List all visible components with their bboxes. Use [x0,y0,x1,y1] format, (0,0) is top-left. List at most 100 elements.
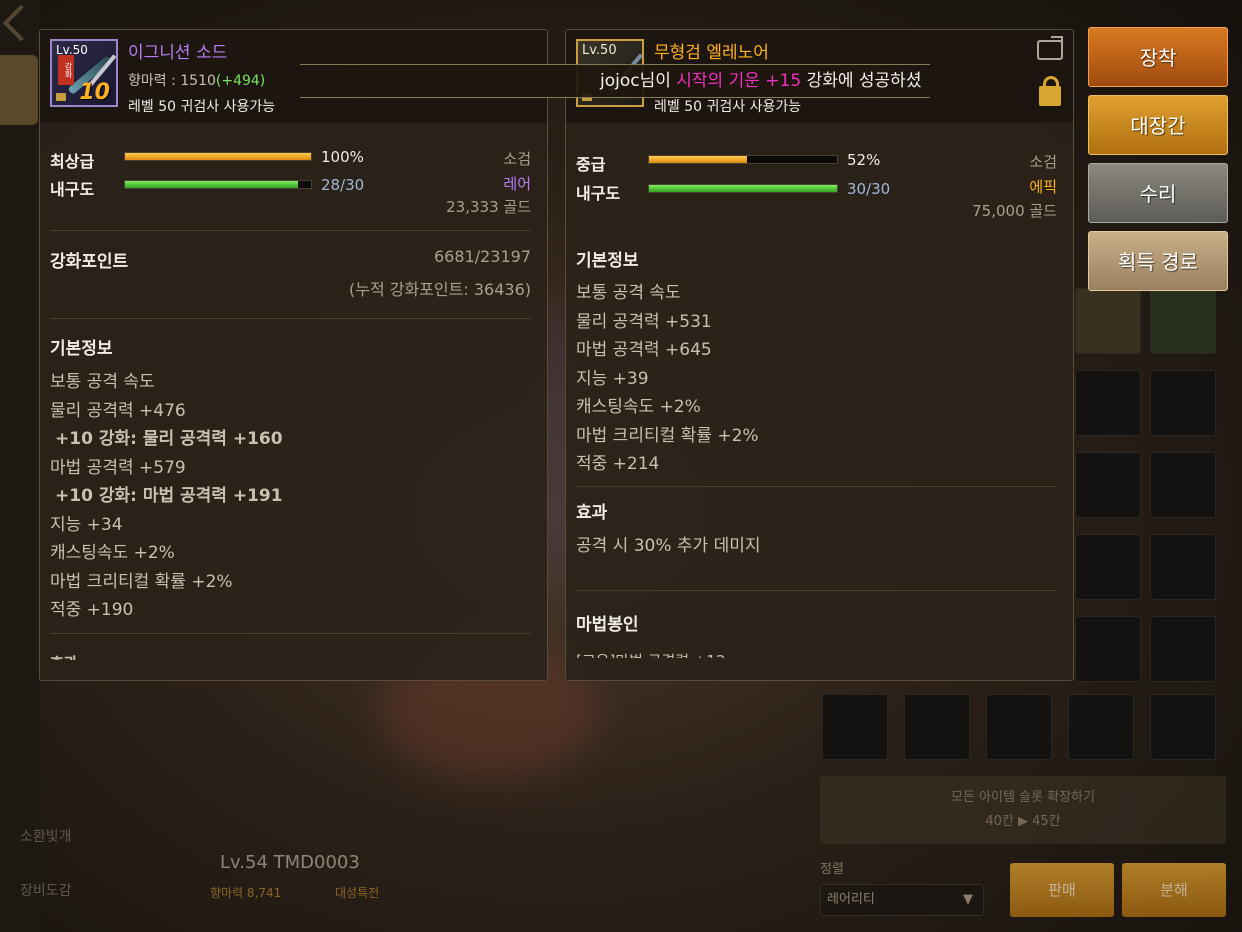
inventory-slot[interactable] [1075,616,1141,682]
equip-button[interactable]: 장착 [1088,27,1228,87]
grade-percent: 52% [847,151,881,169]
item-price: 23,333 골드 [446,198,531,216]
item-icon-level: Lv.50 [582,43,617,58]
grade-label: 중급 [576,155,606,174]
inventory-slot[interactable] [904,694,970,760]
stat-line-enhance: +10 강화: 물리 공격력 +160 [55,429,283,449]
menu-summon[interactable]: 소환빛개 [20,826,72,846]
stat-line: 캐스팅속도 +2% [576,397,701,417]
background-left-tab [0,55,38,125]
grade-percent: 100% [321,148,364,166]
divider [50,633,531,634]
expand-inventory-label: 모든 아이템 슬롯 확장하기 [951,790,1095,805]
durability-label: 내구도 [50,180,95,199]
item-icon-plus: 10 [79,80,110,105]
enhance-points-total: (누적 강화포인트: 36436) [349,280,531,299]
share-icon[interactable] [1037,40,1063,60]
effect-title: 효과 [576,503,608,523]
left-item-icon[interactable]: 강화 Lv.50 10 [50,39,118,107]
sell-button[interactable]: 판매 [1010,863,1114,917]
durability-bar [124,180,312,189]
blacksmith-button[interactable]: 대장간 [1088,95,1228,155]
background-left-strip [0,0,40,932]
durability-bar [648,184,838,193]
enhance-points-value: 6681/23197 [433,247,531,266]
announcement-item: 시작의 기운 +15 [676,71,802,91]
acquisition-path-button[interactable]: 획득 경로 [1088,231,1228,291]
seal-line-cut: [고유]마법 공격력 +12 [576,650,726,658]
durability-value: 28/30 [321,176,365,194]
stat-line: 적중 +214 [576,454,660,474]
inventory-slot[interactable] [1150,616,1216,682]
effect-text: 공격 시 30% 추가 데미지 [576,536,761,556]
character-power: 향마력 8,741 [210,886,282,900]
durability-bar-fill [649,185,837,192]
expand-inventory-button[interactable]: 모든 아이템 슬롯 확장하기 40칸 ▶ 45칸 [820,776,1226,844]
item-name: 무형검 엘레노어 [654,43,769,63]
stat-line: 캐스팅속도 +2% [50,543,175,563]
divider [576,486,1057,487]
lock-icon [56,93,66,101]
item-type: 소검 [503,150,531,168]
inventory-slot[interactable] [986,694,1052,760]
expand-inventory-range: 40칸 ▶ 45칸 [985,814,1061,829]
inventory-slot[interactable] [1150,534,1216,600]
item-requirement: 레벨 50 귀검사 사용가능 [654,99,802,115]
enhance-announcement: jojoc님이 시작의 기운 +15 강화에 성공하셨 [300,64,930,98]
inventory-slot[interactable] [1075,288,1141,354]
item-price: 75,000 골드 [972,202,1057,220]
inventory-slot[interactable] [1068,694,1134,760]
character-status: 대성특전 [335,886,380,900]
dismantle-button[interactable]: 분해 [1122,863,1226,917]
menu-codex[interactable]: 장비도감 [20,880,72,900]
stat-line: 보통 공격 속도 [50,372,155,392]
grade-label: 최상급 [50,152,95,171]
icon-tag: 강화 [58,55,74,85]
durability-value: 30/30 [847,180,891,198]
stat-line: 지능 +34 [50,515,123,535]
item-name: 이그니션 소드 [128,43,228,63]
stat-line: 마법 크리티컬 확률 +2% [576,426,759,446]
stat-line: 지능 +39 [576,369,649,389]
basic-info-title: 기본정보 [576,251,639,271]
durability-bar-fill [125,181,298,188]
basic-info-title: 기본정보 [50,339,113,359]
inventory-slot[interactable] [1075,370,1141,436]
stat-line: 마법 크리티컬 확률 +2% [50,572,233,592]
repair-button[interactable]: 수리 [1088,163,1228,223]
divider [50,318,531,319]
chevron-down-icon: ▼ [963,892,973,907]
stat-line: 보통 공격 속도 [576,283,681,303]
item-rarity: 레어 [503,175,531,193]
stat-line: 물리 공격력 +531 [576,312,712,332]
divider [50,230,531,231]
stat-line: 물리 공격력 +476 [50,401,186,421]
seal-title: 마법봉인 [576,615,639,635]
announcement-suffix: 강화에 성공하셨 [801,71,922,91]
grade-bar-fill [649,156,747,163]
inventory-slot[interactable] [1150,694,1216,760]
inventory-slot[interactable] [1150,288,1216,354]
attack-bonus: (+494) [215,73,266,89]
grade-bar-fill [125,153,311,160]
inventory-slot[interactable] [1150,452,1216,518]
stat-line: 적중 +190 [50,600,134,620]
item-attack: 향마력 : 1510(+494) [128,70,265,90]
inventory-slot[interactable] [1150,370,1216,436]
inventory-slot[interactable] [822,694,888,760]
sort-label: 정렬 [820,862,844,877]
stat-line: 마법 공격력 +579 [50,458,186,478]
sort-dropdown-value: 레어리티 [827,892,875,907]
sort-dropdown[interactable]: 레어리티 ▼ [820,884,984,916]
durability-label: 내구도 [576,184,621,203]
inventory-slot[interactable] [1075,452,1141,518]
inventory-slot[interactable] [1075,534,1141,600]
item-rarity: 에픽 [1029,178,1057,196]
enhance-points-label: 강화포인트 [50,252,129,272]
attack-label: 향마력 : 1510 [128,73,216,89]
padlock-icon[interactable] [1039,76,1061,106]
character-name: Lv.54 TMD0003 [220,852,360,873]
grade-bar [648,155,838,164]
announcement-prefix: jojoc님이 [600,71,677,91]
left-item-panel: 강화 Lv.50 10 이그니션 소드 향마력 : 1510(+494) 레벨 … [39,29,548,681]
